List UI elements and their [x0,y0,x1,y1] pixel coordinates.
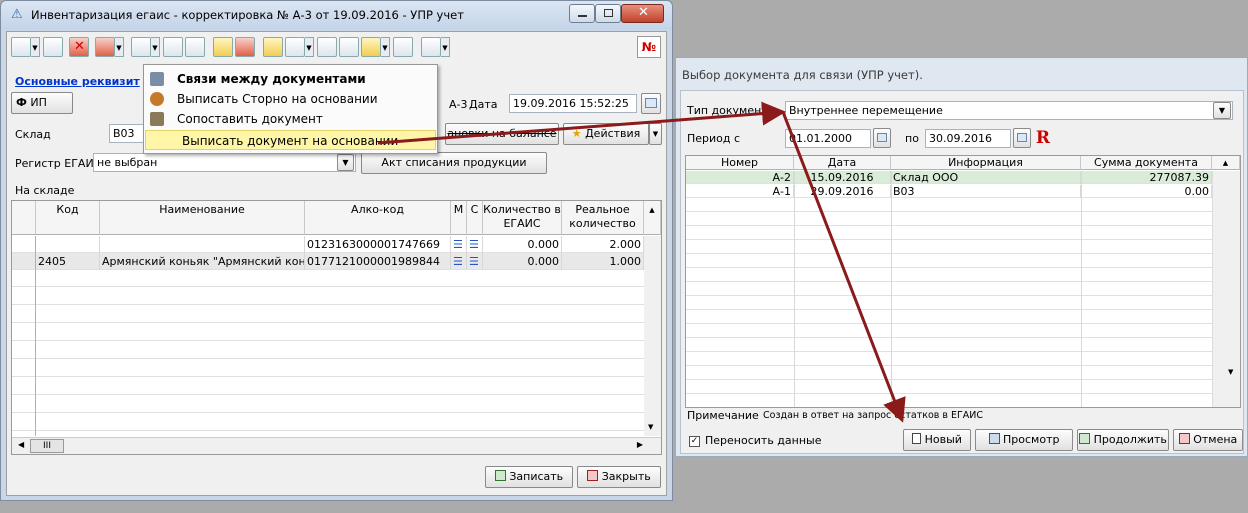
arrow-to-new-button [781,111,906,423]
arrow-to-select-window [377,101,786,145]
annotation-arrows [377,101,906,423]
